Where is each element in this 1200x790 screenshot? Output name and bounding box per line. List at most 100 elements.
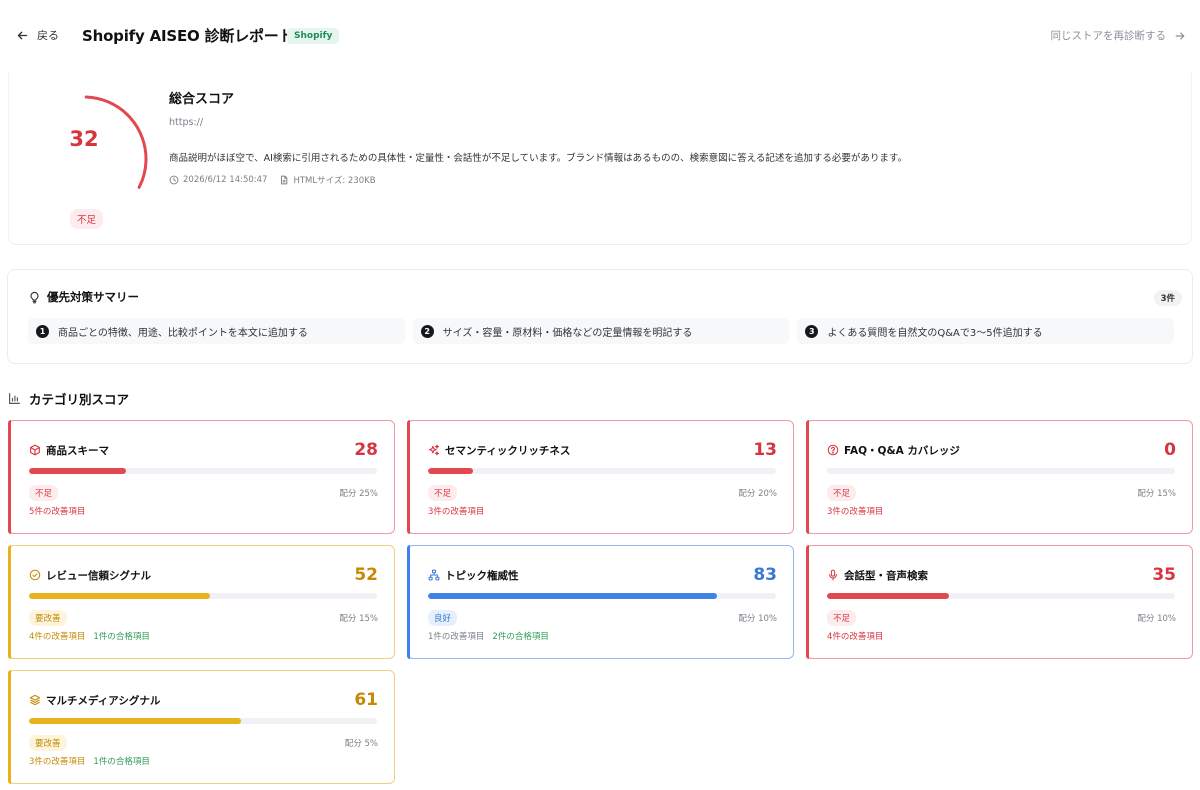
weight-text: 配分 10%	[738, 614, 777, 624]
card-score: 83	[753, 565, 777, 585]
summary-count-badge: 3件	[1153, 290, 1182, 306]
back-label: 戻る	[37, 29, 59, 42]
summary-item-number: 3	[805, 324, 819, 338]
layers-icon	[29, 694, 41, 706]
card-name: トピック権威性	[445, 570, 519, 582]
card-accent	[8, 545, 11, 659]
category-card-voice-search[interactable]: 会話型・音声検索 35 不足 配分 10% 4件の改善項目	[806, 545, 1193, 659]
card-items: 1件の改善項目 2件の合格項目	[428, 630, 549, 642]
category-card-semantic-richness[interactable]: セマンティックリッチネス 13 不足 配分 20% 3件の改善項目	[407, 420, 794, 534]
microphone-icon	[829, 569, 837, 581]
status-badge: 要改善	[29, 610, 67, 626]
status-badge: 要改善	[29, 735, 67, 751]
weight-text: 配分 20%	[738, 489, 777, 499]
summary-items: 1 商品ごとの特徴、用途、比較ポイントを本文に追加する 2 サイズ・容量・原材料…	[28, 318, 1175, 344]
passed-count: 1件の合格項目	[93, 757, 150, 767]
card-items: 3件の改善項目	[428, 505, 492, 517]
rescan-label: 同じストアを再診断する	[1050, 30, 1167, 42]
summary-item-text: 商品ごとの特徴、用途、比較ポイントを本文に追加する	[58, 327, 308, 339]
html-size: HTMLサイズ: 230KB	[279, 174, 376, 186]
improve-count: 5件の改善項目	[29, 507, 86, 517]
improve-count: 3件の改善項目	[827, 507, 884, 517]
card-name: 会話型・音声検索	[844, 570, 928, 582]
weight-text: 配分 10%	[1137, 614, 1176, 624]
card-score: 35	[1152, 565, 1176, 585]
card-score: 61	[354, 690, 378, 710]
weight-text: 配分 25%	[339, 489, 378, 499]
overall-score-value: 32	[69, 127, 99, 151]
category-title-text: カテゴリ別スコア	[29, 392, 130, 407]
weight-text: 配分 15%	[1137, 489, 1176, 499]
html-size-text: HTMLサイズ: 230KB	[293, 176, 376, 186]
rescan-button[interactable]: 同じストアを再診断する	[1051, 28, 1187, 43]
weight-text: 配分 5%	[344, 739, 378, 749]
card-accent	[806, 545, 809, 659]
overall-meta: 2026/6/12 14:50:47 HTMLサイズ: 230KB	[169, 174, 376, 186]
card-name: セマンティックリッチネス	[445, 445, 571, 457]
category-card-topic-authority[interactable]: トピック権威性 83 良好 配分 10% 1件の改善項目 2件の合格項目	[407, 545, 794, 659]
sparkles-icon	[428, 444, 440, 456]
summary-header: 優先対策サマリー	[28, 289, 139, 305]
overall-status-badge: 不足	[70, 209, 104, 229]
score-bar	[428, 468, 474, 474]
score-track	[827, 593, 1175, 599]
bar-chart-icon	[9, 393, 20, 404]
card-name: FAQ・Q&A カバレッジ	[844, 445, 960, 457]
card-accent	[407, 545, 410, 659]
category-card-product-schema[interactable]: 商品スキーマ 28 不足 配分 25% 5件の改善項目	[8, 420, 395, 534]
timestamp: 2026/6/12 14:50:47	[169, 175, 267, 185]
card-accent	[407, 420, 410, 534]
card-score: 52	[354, 565, 378, 585]
improve-count: 4件の改善項目	[29, 632, 86, 642]
improve-count: 4件の改善項目	[827, 632, 884, 642]
summary-item: 2 サイズ・容量・原材料・価格などの定量情報を明記する	[412, 318, 790, 344]
arrow-left-icon	[17, 31, 28, 39]
card-score: 28	[354, 440, 378, 460]
check-circle-icon	[29, 569, 41, 581]
timestamp-text: 2026/6/12 14:50:47	[183, 175, 268, 185]
overall-score-card: 32 不足 総合スコア https:// 商品説明がほぼ空で、AI検索に引用され…	[8, 72, 1192, 245]
score-track	[29, 468, 377, 474]
card-accent	[8, 670, 11, 784]
score-track	[29, 718, 377, 724]
status-badge: 良好	[428, 610, 458, 626]
file-icon	[281, 175, 288, 185]
network-icon	[428, 569, 440, 581]
score-track	[428, 593, 776, 599]
page-header: 戻る Shopify AISEO 診断レポート Shopify 同じストアを再診…	[0, 0, 1200, 70]
status-badge: 不足	[29, 485, 59, 501]
status-badge: 不足	[428, 485, 458, 501]
card-score: 0	[1164, 440, 1176, 460]
platform-badge: Shopify	[287, 28, 340, 44]
priority-summary: 優先対策サマリー 3件 1 商品ごとの特徴、用途、比較ポイントを本文に追加する …	[7, 269, 1193, 364]
card-name: マルチメディアシグナル	[46, 695, 161, 707]
lightbulb-icon	[30, 291, 39, 303]
score-track	[827, 468, 1175, 474]
question-circle-icon	[827, 444, 839, 456]
score-track	[29, 593, 377, 599]
store-url: https://	[169, 117, 204, 128]
passed-count: 1件の合格項目	[93, 632, 150, 642]
card-score: 13	[753, 440, 777, 460]
back-button[interactable]: 戻る	[16, 27, 59, 43]
score-bar	[827, 593, 949, 599]
status-badge: 不足	[827, 485, 857, 501]
card-accent	[806, 420, 809, 534]
score-bar	[29, 593, 210, 599]
card-name: 商品スキーマ	[46, 445, 109, 457]
summary-item-text: よくある質問を自然文のQ&Aで3〜5件追加する	[827, 327, 1043, 339]
score-bar	[29, 468, 127, 474]
arrow-right-icon	[1175, 31, 1185, 40]
score-bar	[29, 718, 242, 724]
summary-title: 優先対策サマリー	[47, 290, 139, 304]
page-title: Shopify AISEO 診断レポート	[82, 27, 294, 45]
category-section-title: カテゴリ別スコア	[8, 389, 129, 408]
overall-description: 商品説明がほぼ空で、AI検索に引用されるための具体性・定量性・会話性が不足してい…	[169, 153, 907, 164]
improve-count: 3件の改善項目	[428, 507, 485, 517]
category-card-review-signals[interactable]: レビュー信頼シグナル 52 要改善 配分 15% 4件の改善項目 1件の合格項目	[8, 545, 395, 659]
summary-item: 3 よくある質問を自然文のQ&Aで3〜5件追加する	[797, 318, 1175, 344]
cube-icon	[30, 444, 40, 456]
category-card-faq-coverage[interactable]: FAQ・Q&A カバレッジ 0 不足 配分 15% 3件の改善項目	[806, 420, 1193, 534]
category-card-multimedia-signals[interactable]: マルチメディアシグナル 61 要改善 配分 5% 3件の改善項目 1件の合格項目	[8, 670, 395, 784]
improve-count: 3件の改善項目	[29, 757, 86, 767]
